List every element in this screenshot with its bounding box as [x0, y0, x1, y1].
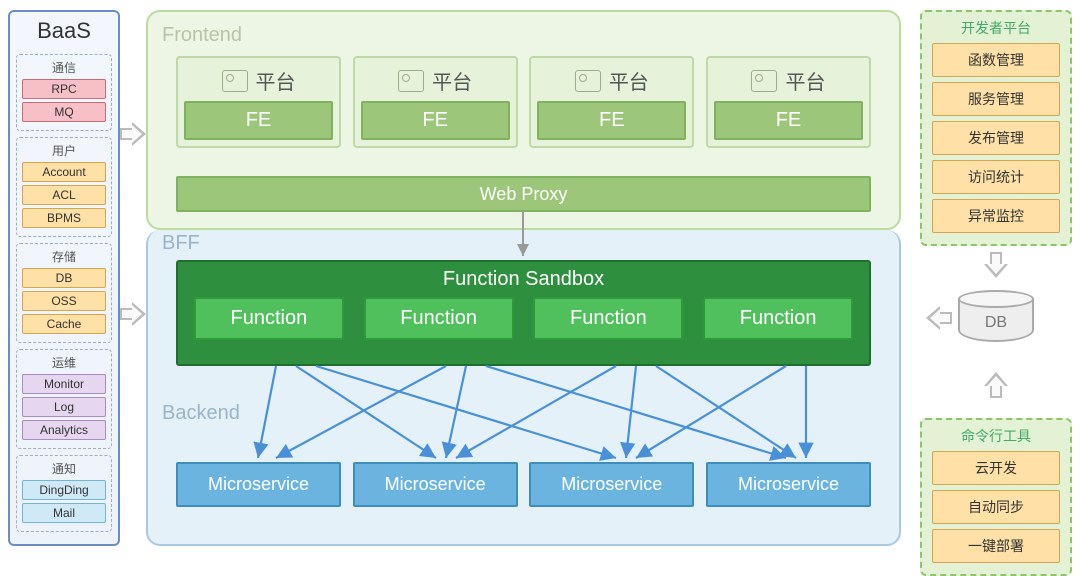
function-box: Function [364, 297, 514, 340]
dev-item: 发布管理 [932, 121, 1060, 155]
web-proxy-box: Web Proxy [176, 176, 871, 212]
microservice-row: MicroserviceMicroserviceMicroserviceMicr… [176, 462, 871, 507]
baas-item: Mail [22, 503, 106, 523]
cli-tools-panel: 命令行工具 云开发自动同步一键部署 [920, 418, 1072, 576]
arrow-down-icon [984, 252, 1008, 278]
baas-item: Log [22, 397, 106, 417]
db-cylinder: DB [958, 290, 1034, 350]
frontend-section: Frontend 平台 FE 平台 FE 平台 FE 平台 FE Web Proxy [146, 10, 901, 230]
microservice-box: Microservice [353, 462, 518, 507]
baas-group-title: 用户 [20, 142, 108, 159]
platform-box: 平台 FE [529, 56, 694, 148]
function-row: Function Function Function Function [184, 297, 863, 340]
baas-group: 通知 DingDing Mail [16, 455, 112, 532]
cli-item: 一键部署 [932, 529, 1060, 563]
browser-icon [751, 70, 777, 92]
dev-item: 服务管理 [932, 82, 1060, 116]
baas-item: Account [22, 162, 106, 182]
backend-label: Backend [162, 402, 240, 425]
fe-box: FE [714, 101, 863, 140]
platform-row: 平台 FE 平台 FE 平台 FE 平台 FE [176, 56, 871, 148]
baas-group-title: 存储 [20, 248, 108, 265]
cli-item: 自动同步 [932, 490, 1060, 524]
platform-box: 平台 FE [176, 56, 341, 148]
dev-item: 函数管理 [932, 43, 1060, 77]
frontend-label: Frontend [162, 24, 242, 47]
devplat-title: 开发者平台 [928, 18, 1064, 38]
baas-panel: BaaS 通信 RPC MQ 用户 Account ACL BPMS 存储 DB OSS Cache… [8, 10, 120, 546]
baas-group: 用户 Account ACL BPMS [16, 137, 112, 237]
function-box: Function [194, 297, 344, 340]
fe-box: FE [361, 101, 510, 140]
microservice-box: Microservice [176, 462, 341, 507]
baas-group: 通信 RPC MQ [16, 54, 112, 131]
microservice-box: Microservice [706, 462, 871, 507]
baas-group-title: 通知 [20, 460, 108, 477]
baas-group-title: 通信 [20, 59, 108, 76]
platform-name: 平台 [432, 66, 472, 95]
baas-item: MQ [22, 102, 106, 122]
main-area: Frontend 平台FE平台FE平台FE平台FE Web Proxy BFF … [146, 10, 901, 546]
platform-box: 平台 FE [706, 56, 871, 148]
browser-icon [222, 70, 248, 92]
sandbox-title: Function Sandbox [184, 268, 863, 291]
cli-item: 云开发 [932, 451, 1060, 485]
function-box: Function [533, 297, 683, 340]
cli-title: 命令行工具 [928, 426, 1064, 446]
baas-group: 运维 Monitor Log Analytics [16, 349, 112, 449]
fe-box: FE [537, 101, 686, 140]
platform-name: 平台 [256, 66, 296, 95]
platform-name: 平台 [785, 66, 825, 95]
function-box: Function [703, 297, 853, 340]
fe-box: FE [184, 101, 333, 140]
baas-item: Monitor [22, 374, 106, 394]
baas-item: DingDing [22, 480, 106, 500]
arrow-icon [120, 122, 146, 146]
baas-item: DB [22, 268, 106, 288]
bff-section: BFF Function Sandbox FunctionFunctionFun… [146, 230, 901, 546]
baas-group: 存储 DB OSS Cache [16, 243, 112, 343]
dev-item: 访问统计 [932, 160, 1060, 194]
developer-platform-panel: 开发者平台 函数管理服务管理发布管理访问统计异常监控 [920, 10, 1072, 246]
baas-group-title: 运维 [20, 354, 108, 371]
microservice-box: Microservice [529, 462, 694, 507]
arrow-icon [120, 302, 146, 326]
platform-name: 平台 [609, 66, 649, 95]
arrow-up-icon [984, 372, 1008, 398]
browser-icon [575, 70, 601, 92]
baas-item: Cache [22, 314, 106, 334]
baas-item: RPC [22, 79, 106, 99]
baas-title: BaaS [10, 12, 118, 50]
platform-box: 平台 FE [353, 56, 518, 148]
baas-item: Analytics [22, 420, 106, 440]
baas-item: OSS [22, 291, 106, 311]
baas-item: BPMS [22, 208, 106, 228]
db-label: DB [958, 314, 1034, 332]
dev-item: 异常监控 [932, 199, 1060, 233]
baas-item: ACL [22, 185, 106, 205]
function-sandbox: Function Sandbox FunctionFunctionFunctio… [176, 260, 871, 366]
bff-label: BFF [162, 232, 200, 255]
arrow-left-icon [926, 306, 952, 330]
browser-icon [398, 70, 424, 92]
